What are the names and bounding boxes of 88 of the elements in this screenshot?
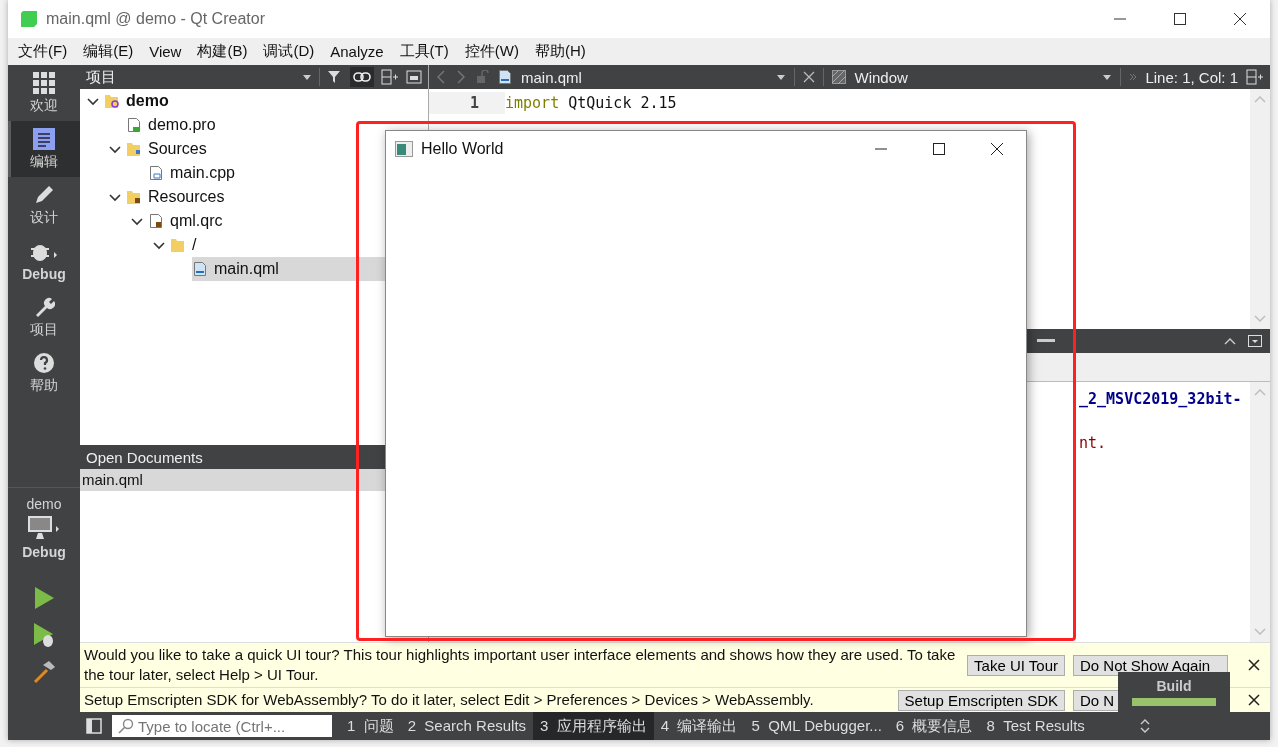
caret-icon[interactable] [1102, 72, 1113, 82]
hammer-icon[interactable] [32, 660, 56, 684]
output-tab[interactable]: 2 Search Results [400, 712, 534, 740]
menu-item[interactable]: 构建(B) [189, 42, 256, 61]
close-icon[interactable] [1248, 694, 1260, 706]
mode-button[interactable]: 欢迎 [8, 65, 80, 121]
caret-icon[interactable] [776, 72, 787, 82]
menu-item[interactable]: 调试(D) [255, 42, 323, 61]
close-icon[interactable] [1233, 12, 1247, 26]
file-name[interactable]: main.qml [521, 68, 582, 86]
window-title: Hello World [421, 140, 504, 158]
mode-button[interactable]: 编辑 [8, 121, 80, 177]
output-line: nt. [1079, 433, 1108, 454]
panel-title: Open Documents [86, 448, 203, 466]
grid-icon [33, 71, 55, 94]
mode-button[interactable]: 帮助 [8, 345, 80, 401]
code-line: import QtQuick 2.15 [505, 94, 677, 112]
locator-field[interactable]: Type to locate (Ctrl+... [112, 715, 332, 737]
hatched-square-icon [832, 70, 847, 84]
tree-item[interactable]: demo.pro [126, 113, 428, 137]
monitor-icon[interactable] [27, 515, 61, 541]
folder-icon [126, 189, 142, 205]
file-icon [192, 261, 208, 277]
folder-icon [126, 141, 142, 157]
split-icon[interactable] [1246, 69, 1264, 85]
tree-item[interactable]: Resources [126, 185, 428, 209]
split-icon[interactable] [381, 69, 399, 85]
mode-button[interactable]: 设计 [8, 177, 80, 233]
close-icon[interactable] [990, 142, 1004, 156]
output-tab[interactable]: 4 编译输出 [653, 712, 745, 740]
search-icon [118, 718, 134, 734]
info-button[interactable]: Take UI Tour [967, 654, 1065, 676]
folder-icon [104, 93, 120, 109]
file-icon [148, 165, 164, 181]
output-tab[interactable]: 6 概要信息 [888, 712, 980, 740]
tree-item[interactable]: / [170, 233, 428, 257]
chevrons-icon [1129, 73, 1138, 81]
info-message: Setup Emscripten SDK for WebAssembly? To do it later, select Edit > Preferences > Devices > WebAssembly. [84, 690, 815, 710]
folder-icon [170, 237, 186, 253]
maximize-icon[interactable] [932, 142, 946, 156]
pencil-icon [33, 183, 55, 206]
maximize-pane-icon[interactable] [1224, 337, 1236, 345]
minus-icon[interactable] [1037, 339, 1055, 343]
info-button[interactable]: Setup Emscripten SDK [897, 689, 1065, 711]
output-tab[interactable]: 1 问题 [340, 712, 401, 740]
output-tab[interactable]: 5 QML Debugger... [744, 712, 889, 740]
window-icon [395, 141, 413, 157]
output-line: _2_MSVC2019_32bit- [1079, 389, 1243, 410]
popup-title: Build [1156, 678, 1192, 694]
menu-item[interactable]: 编辑(E) [75, 42, 142, 61]
document-icon [33, 127, 55, 150]
window-title: main.qml @ demo - Qt Creator [46, 10, 265, 28]
close-icon[interactable] [1248, 659, 1260, 671]
file-icon [148, 213, 164, 229]
menu-item[interactable]: 工具(T) [391, 42, 457, 61]
menu-item[interactable]: 控件(W) [456, 42, 527, 61]
caret-icon[interactable] [302, 72, 312, 82]
project-name: demo [26, 496, 62, 512]
close-panel-icon[interactable] [406, 70, 422, 84]
cursor-position: Line: 1, Col: 1 [1145, 68, 1238, 86]
sidebar-toggle-icon[interactable] [86, 718, 102, 734]
line-number: 1 [429, 92, 505, 114]
symbol-selector[interactable]: Window [854, 68, 908, 86]
menu-item[interactable]: 文件(F) [10, 42, 76, 61]
debug-run-icon[interactable] [32, 622, 56, 648]
link-icon[interactable] [353, 71, 371, 83]
info-message: Would you like to take a quick UI tour? This tour highlights important user interface elements and shows how they are used. To take the tour later, select Help > UI Tour. [84, 645, 957, 685]
panel-title: 项目 [86, 67, 116, 87]
app-icon [20, 10, 38, 28]
tree-item[interactable]: qml.qrc [148, 209, 428, 233]
file-icon [126, 117, 142, 133]
output-tab[interactable]: 8 Test Results [979, 712, 1092, 740]
filter-icon[interactable] [327, 69, 343, 85]
mode-button[interactable]: 项目 [8, 289, 80, 345]
file-icon [497, 69, 513, 85]
menu-item[interactable]: View [141, 43, 190, 60]
output-tab[interactable]: 3 应用程序输出 [533, 712, 654, 740]
maximize-icon[interactable] [1173, 12, 1187, 26]
tree-item[interactable]: main.cpp [148, 161, 428, 185]
build-config: Debug [22, 544, 66, 560]
menu-item[interactable]: 帮助(H) [526, 42, 594, 61]
help-icon [33, 351, 55, 374]
run-icon[interactable] [33, 586, 55, 610]
tree-item[interactable]: demo [104, 89, 428, 113]
menu-item[interactable]: Analyze [322, 43, 392, 60]
close-pane-icon[interactable] [1248, 335, 1262, 347]
mode-button[interactable]: Debug [8, 233, 80, 289]
up-down-icon[interactable] [1139, 718, 1150, 734]
